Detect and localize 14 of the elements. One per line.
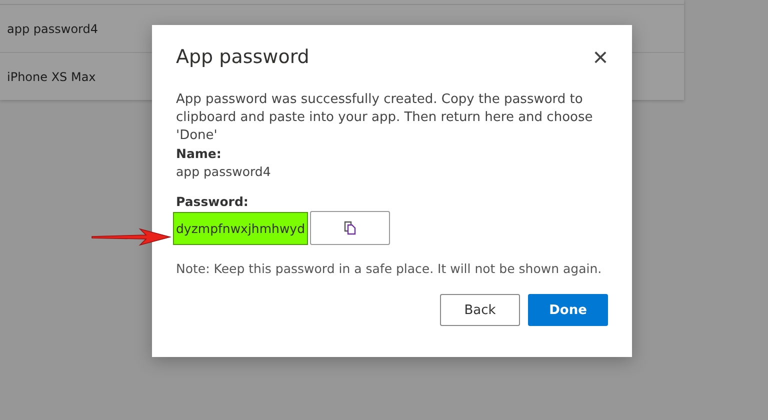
- copy-icon: [343, 221, 357, 235]
- list-item[interactable]: iPhone XS Max: [7, 70, 96, 84]
- password-label: Password:: [176, 193, 250, 211]
- back-button[interactable]: Back: [440, 294, 520, 326]
- note-text: Note: Keep this password in a safe place. It will not be shown again.: [176, 261, 603, 276]
- close-button[interactable]: ×: [592, 44, 608, 70]
- done-button[interactable]: Done: [528, 294, 608, 326]
- message-text: App password was successfully created. Copy the password to clipboard and paste into your app. Then return here and choose 'Done': [176, 91, 594, 145]
- password-field[interactable]: dyzmpfnwxjhmhwyd: [173, 212, 308, 244]
- list-item[interactable]: app password4: [7, 22, 98, 36]
- copy-button[interactable]: [310, 211, 390, 245]
- name-value: app password4: [176, 163, 272, 181]
- dialog-title: App password: [176, 46, 310, 68]
- name-label: Name:: [176, 145, 222, 163]
